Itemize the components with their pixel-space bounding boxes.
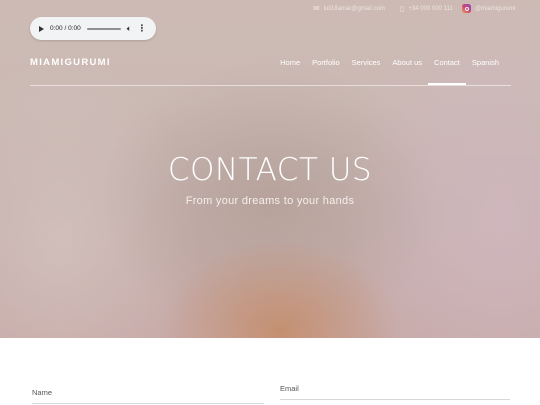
topbar-phone-text: +34 000 000 111 <box>408 5 453 12</box>
contact-form <box>0 338 540 405</box>
phone-icon: ▯ <box>400 4 405 13</box>
instagram-icon <box>462 4 471 13</box>
nav-item-spanish[interactable]: Spanish <box>466 58 505 67</box>
nav-divider <box>30 85 511 86</box>
brand-logo[interactable]: MIAMIGURUMI <box>30 57 111 68</box>
play-icon[interactable] <box>39 25 44 32</box>
topbar-instagram[interactable]: @miamigurumi <box>462 3 515 14</box>
topbar-phone[interactable]: ▯ +34 000 000 111 <box>400 3 453 14</box>
nav-item-services[interactable]: Services <box>346 58 387 67</box>
volume-icon[interactable]: 🔈︎ <box>127 24 132 34</box>
name-field[interactable] <box>32 382 264 404</box>
topbar-instagram-text: @miamigurumi <box>475 5 516 12</box>
audio-player[interactable]: 0:00 / 0:00 🔈︎ ⋮ <box>30 17 156 40</box>
top-contact-bar: ✉ iuli18amar@gmail.com ▯ +34 000 000 111… <box>0 0 540 16</box>
more-options-icon[interactable]: ⋮ <box>138 24 147 33</box>
page-title: CONTACT US <box>167 152 373 188</box>
main-nav: Home Portfolio Services About us Contact… <box>274 58 505 85</box>
page-subtitle: From your dreams to your hands <box>185 195 355 207</box>
topbar-email[interactable]: ✉ iuli18amar@gmail.com <box>313 3 385 14</box>
topbar-email-text: iuli18amar@gmail.com <box>323 5 385 12</box>
nav-item-portfolio[interactable]: Portfolio <box>306 58 346 67</box>
nav-item-contact[interactable]: Contact <box>428 58 466 85</box>
audio-progress-slider[interactable] <box>86 27 121 30</box>
nav-item-about-us[interactable]: About us <box>386 58 428 67</box>
hero-section: ✉ iuli18amar@gmail.com ▯ +34 000 000 111… <box>0 0 540 338</box>
nav-item-home[interactable]: Home <box>274 58 306 67</box>
email-icon: ✉ <box>313 4 320 13</box>
audio-time: 0:00 / 0:00 <box>50 25 81 32</box>
email-field[interactable] <box>280 378 510 400</box>
